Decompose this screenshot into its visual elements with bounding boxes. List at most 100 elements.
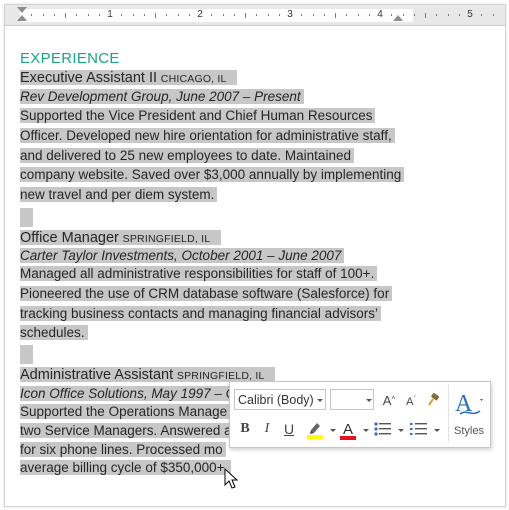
job-title: Executive Assistant II bbox=[20, 70, 158, 86]
ruler-number: 3 bbox=[287, 9, 293, 20]
ruler-tick bbox=[492, 14, 494, 16]
ruler-tick bbox=[211, 14, 213, 16]
font-size-dropdown[interactable] bbox=[330, 389, 374, 410]
ruler-number: 1 bbox=[107, 9, 113, 20]
mouse-pointer-icon bbox=[224, 468, 239, 489]
ruler-tick bbox=[357, 14, 359, 16]
chevron-down-icon[interactable] bbox=[434, 429, 440, 432]
ruler-tick bbox=[155, 12, 156, 18]
highlight-color-swatch bbox=[307, 435, 323, 439]
ruler-tick bbox=[76, 14, 78, 16]
description-line: and delivered to 25 new employees to dat… bbox=[20, 146, 354, 165]
ruler-tick bbox=[391, 14, 393, 16]
description-line: two Service Managers. Answered a bbox=[20, 421, 235, 440]
ruler-tick bbox=[65, 12, 66, 18]
highlight-button[interactable] bbox=[304, 419, 328, 439]
job-location: SPRINGFIELD, IL bbox=[122, 233, 211, 245]
ruler-tick bbox=[278, 14, 280, 16]
font-name-dropdown[interactable]: Calibri (Body) bbox=[234, 389, 326, 410]
bullet-list-icon bbox=[374, 422, 391, 436]
chevron-down-icon bbox=[366, 399, 372, 402]
blank-line bbox=[20, 208, 33, 227]
ruler-tick bbox=[188, 14, 190, 16]
ruler-tick bbox=[121, 14, 123, 16]
numbering-button[interactable] bbox=[408, 419, 430, 439]
ruler-tick bbox=[177, 14, 179, 16]
description-line: Supported the Vice President and Chief H… bbox=[20, 106, 376, 125]
blank-line bbox=[20, 345, 33, 364]
right-indent-marker[interactable] bbox=[393, 15, 403, 21]
job-title: Administrative Assistant bbox=[20, 367, 174, 383]
description-line: average billing cycle of $350,000+. bbox=[20, 458, 232, 477]
first-line-indent-marker[interactable] bbox=[17, 7, 27, 13]
section-heading: EXPERIENCE bbox=[20, 50, 120, 67]
highlighter-icon bbox=[307, 423, 323, 439]
chevron-down-icon[interactable] bbox=[398, 429, 404, 432]
ruler-tick bbox=[166, 14, 168, 16]
chevron-down-icon[interactable] bbox=[363, 429, 369, 432]
caret-down-icon: ˇ bbox=[413, 396, 416, 403]
styles-icon: A bbox=[455, 391, 483, 417]
ruler-tick bbox=[346, 14, 348, 16]
ruler-tick bbox=[143, 14, 145, 16]
description-line: new travel and per diem system. bbox=[20, 185, 218, 204]
ruler-tick bbox=[436, 14, 438, 16]
font-color-swatch bbox=[340, 436, 356, 440]
description-line: tracking business contacts and managing … bbox=[20, 304, 381, 323]
italic-button[interactable]: I bbox=[258, 419, 276, 439]
description-line: Managed all administrative responsibilit… bbox=[20, 264, 378, 283]
left-indent-marker[interactable] bbox=[17, 15, 27, 21]
ruler-tick bbox=[42, 14, 44, 16]
font-name-value: Calibri (Body) bbox=[238, 393, 314, 407]
company-line: Rev Development Group, June 2007 – Prese… bbox=[20, 87, 304, 106]
ruler-number: 2 bbox=[197, 9, 203, 20]
description-line: schedules. bbox=[20, 323, 88, 342]
bullets-button[interactable] bbox=[372, 419, 394, 439]
grow-font-button[interactable]: A^ bbox=[380, 390, 398, 410]
ruler-tick bbox=[245, 12, 246, 18]
mini-toolbar: Calibri (Body) A^ Aˇ B I U A A Styles bbox=[229, 381, 491, 448]
ruler-tick bbox=[222, 14, 224, 16]
description-line: Pioneered the use of CRM database softwa… bbox=[20, 284, 393, 303]
horizontal-ruler[interactable]: 1 2 3 4 5 bbox=[5, 5, 505, 26]
chevron-down-icon bbox=[317, 399, 323, 402]
ruler-tick bbox=[233, 14, 235, 16]
underline-button[interactable]: U bbox=[280, 419, 298, 439]
ruler-tick bbox=[53, 14, 55, 16]
ruler-tick bbox=[481, 14, 483, 16]
ruler-page-area bbox=[20, 9, 413, 22]
font-color-button[interactable]: A bbox=[338, 419, 358, 440]
ruler-tick bbox=[335, 12, 336, 18]
job-title-line: Executive Assistant II CHICAGO, IL bbox=[20, 68, 238, 87]
ruler-number: 4 bbox=[377, 9, 383, 20]
ruler-tick bbox=[402, 14, 404, 16]
ruler-tick bbox=[98, 14, 100, 16]
ruler-tick bbox=[267, 14, 269, 16]
job-location: CHICAGO, IL bbox=[160, 73, 227, 85]
ruler-tick bbox=[312, 14, 314, 16]
bold-button[interactable]: B bbox=[236, 419, 254, 439]
ruler-tick bbox=[256, 14, 258, 16]
company-line: Carter Taylor Investments, October 2001 … bbox=[20, 246, 345, 265]
ruler-tick bbox=[31, 14, 33, 16]
ruler-tick bbox=[323, 14, 325, 16]
ruler-tick bbox=[301, 14, 303, 16]
ruler-tick bbox=[425, 12, 426, 18]
description-line: company website. Saved over $3,000 annua… bbox=[20, 165, 405, 184]
shrink-font-button[interactable]: Aˇ bbox=[402, 390, 420, 410]
format-painter-button[interactable] bbox=[424, 390, 442, 410]
company-line: Icon Office Solutions, May 1997 – C bbox=[20, 384, 239, 403]
ruler-tick bbox=[87, 14, 89, 16]
description-line: Officer. Developed new hire orientation … bbox=[20, 126, 395, 145]
description-line: Supported the Operations Manage bbox=[20, 402, 231, 421]
ruler-tick bbox=[458, 14, 460, 16]
description-line: for six phone lines. Processed mo bbox=[20, 440, 226, 459]
styles-button[interactable]: A Styles bbox=[448, 384, 489, 442]
numbered-list-icon bbox=[410, 423, 427, 435]
ruler-number: 5 bbox=[467, 9, 473, 20]
job-title-line: Office Manager SPRINGFIELD, IL bbox=[20, 228, 221, 247]
styles-label: Styles bbox=[454, 425, 484, 437]
caret-up-icon: ^ bbox=[391, 395, 396, 404]
chevron-down-icon[interactable] bbox=[330, 429, 336, 432]
ruler-tick bbox=[413, 14, 415, 16]
